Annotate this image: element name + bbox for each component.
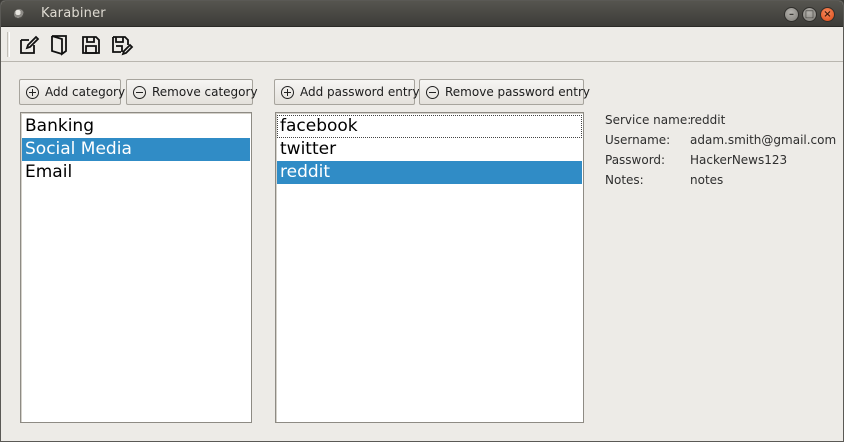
save-as-icon — [112, 36, 134, 56]
save-as-button[interactable] — [110, 33, 134, 57]
toolbar — [1, 28, 843, 62]
save-button[interactable] — [79, 33, 103, 57]
category-item-selected[interactable]: Social Media — [22, 138, 250, 161]
password-label: Password: — [605, 153, 666, 167]
app-icon — [14, 9, 24, 19]
password-value: HackerNews123 — [690, 153, 788, 167]
category-list[interactable]: Banking Social Media Email — [20, 112, 252, 423]
close-button[interactable]: × — [820, 7, 835, 22]
notes-label: Notes: — [605, 173, 644, 187]
close-icon: × — [823, 9, 832, 20]
maximize-button[interactable]: □ — [802, 7, 817, 22]
notes-value: notes — [690, 173, 724, 187]
main-window: Karabiner – □ × Add category Remove cate… — [0, 0, 844, 442]
remove-password-entry-button[interactable]: Remove password entry — [419, 79, 590, 105]
add-password-entry-button[interactable]: Add password entry — [274, 79, 420, 105]
remove-category-label: Remove category — [152, 85, 258, 99]
category-item[interactable]: Email — [22, 161, 250, 184]
username-value: adam.smith@gmail.com — [690, 133, 837, 147]
toolbar-grip[interactable] — [7, 32, 10, 57]
remove-icon — [133, 85, 146, 99]
edit-icon — [20, 35, 40, 54]
remove-icon — [426, 85, 439, 99]
entry-item[interactable]: twitter — [277, 138, 582, 161]
remove-category-button[interactable]: Remove category — [126, 79, 258, 105]
add-icon — [281, 85, 294, 99]
category-item[interactable]: Banking — [22, 115, 250, 138]
add-category-label: Add category — [45, 85, 126, 99]
service-name-value: reddit — [690, 113, 726, 127]
add-password-entry-label: Add password entry — [300, 85, 420, 99]
save-icon — [82, 36, 100, 54]
open-icon — [51, 35, 67, 56]
password-entry-list[interactable]: facebook twitter reddit — [275, 112, 584, 423]
minimize-icon: – — [789, 9, 794, 20]
edit-button[interactable] — [17, 33, 41, 57]
entry-item-selected[interactable]: reddit — [277, 161, 582, 184]
title-bar[interactable]: Karabiner – □ × — [1, 1, 843, 27]
window-title: Karabiner — [41, 6, 106, 21]
maximize-icon: □ — [804, 9, 815, 20]
minimize-button[interactable]: – — [784, 7, 799, 22]
service-name-label: Service name: — [605, 113, 692, 127]
username-label: Username: — [605, 133, 671, 147]
open-button[interactable] — [48, 33, 72, 57]
add-icon — [26, 85, 39, 99]
remove-password-entry-label: Remove password entry — [445, 85, 591, 99]
add-category-button[interactable]: Add category — [19, 79, 125, 105]
entry-item[interactable]: facebook — [277, 115, 582, 138]
